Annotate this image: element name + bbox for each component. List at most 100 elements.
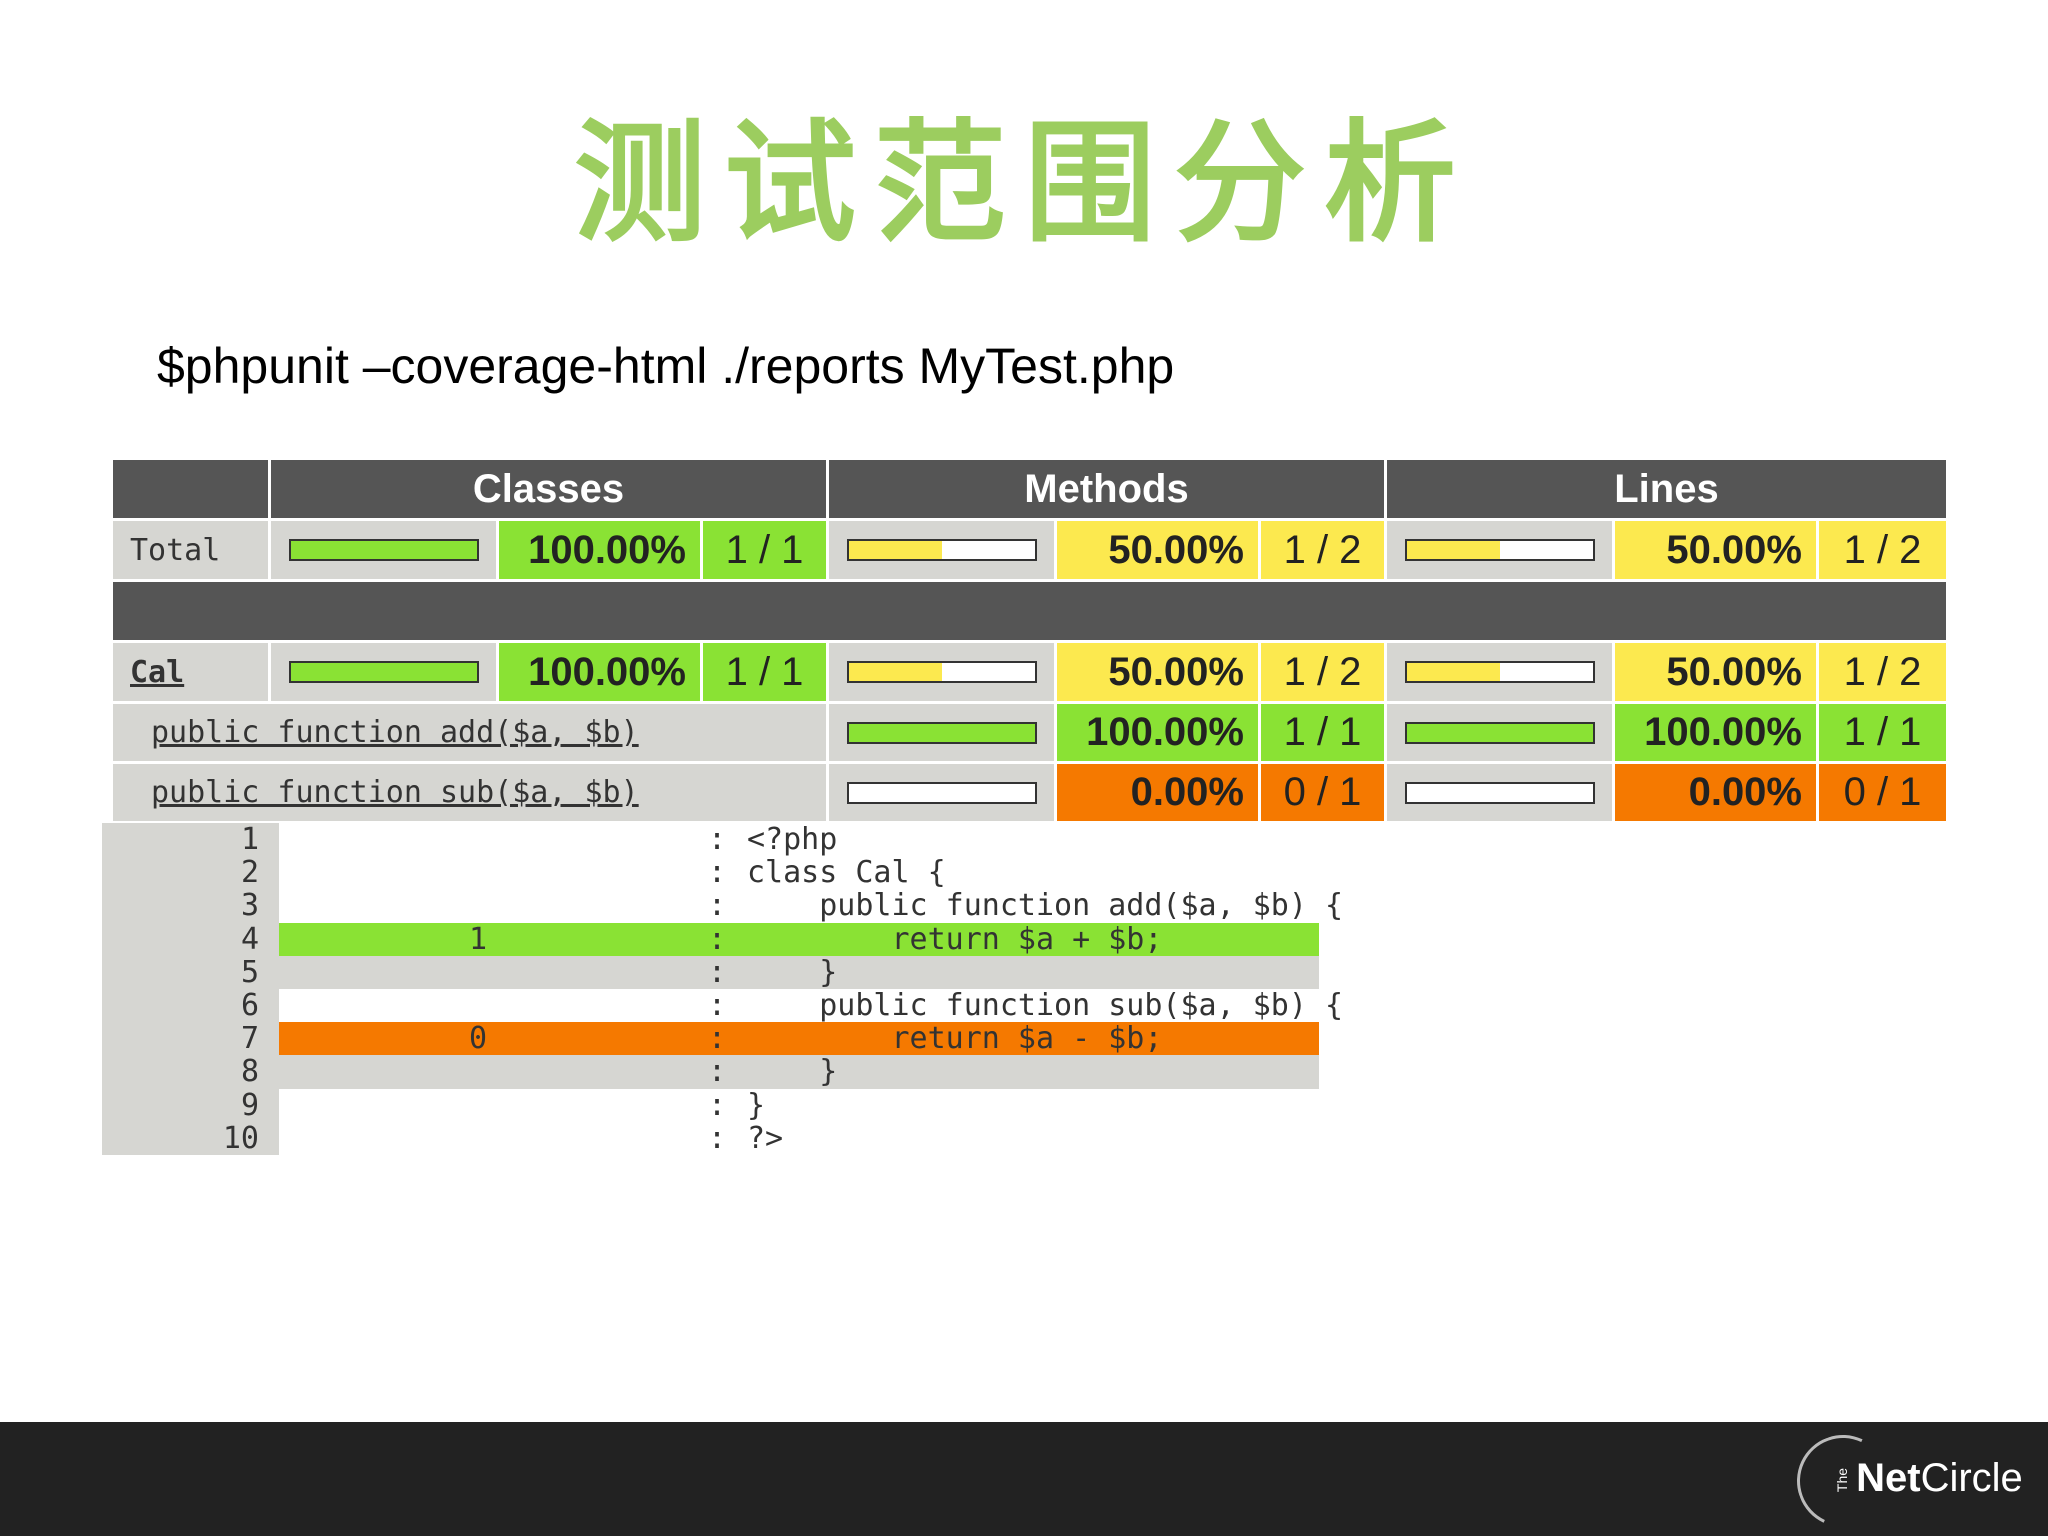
line-number: 4: [102, 922, 279, 956]
bar-fill: [848, 541, 942, 559]
classes-bar-cell: [271, 521, 499, 579]
code-line: 6: public function sub($a, $b) {: [102, 987, 1343, 1023]
lines-bar-cell: [1387, 764, 1615, 821]
line-separator: :: [708, 855, 727, 891]
coverage-bar: [1404, 539, 1595, 561]
lines-percent: 50.00%: [1615, 521, 1819, 579]
class-link-cal[interactable]: Cal: [113, 643, 271, 701]
line-body: : public function add($a, $b) {: [279, 888, 1343, 924]
lines-count: 1 / 2: [1819, 521, 1946, 579]
bar-fill: [1406, 541, 1500, 559]
footer-bar: [0, 1422, 2048, 1536]
methods-bar-cell: [829, 704, 1057, 761]
line-body: 1: return $a + $b;: [279, 921, 1319, 957]
classes-count: 1 / 1: [703, 643, 829, 701]
header-methods: Methods: [829, 460, 1387, 518]
line-separator: :: [708, 987, 727, 1023]
line-separator: :: [708, 1054, 727, 1090]
source-text: return $a - $b;: [747, 1021, 1163, 1057]
methods-bar-cell: [829, 764, 1057, 821]
line-body: : class Cal {: [279, 856, 1319, 889]
line-separator: :: [708, 1120, 727, 1156]
methods-count: 1 / 2: [1261, 643, 1387, 701]
line-separator: :: [708, 954, 727, 990]
bar-fill: [1406, 723, 1593, 742]
code-line: 41: return $a + $b;: [102, 921, 1319, 957]
bar-fill: [290, 663, 477, 681]
coverage-bar: [288, 539, 479, 561]
lines-count: 1 / 1: [1819, 704, 1946, 761]
lines-bar-cell: [1387, 704, 1615, 761]
bar-fill: [848, 663, 942, 681]
code-line: 8: }: [102, 1054, 1319, 1090]
code-line: 5: }: [102, 956, 1319, 989]
source-text: <?php: [747, 822, 838, 857]
line-separator: :: [708, 1087, 727, 1123]
methods-count: 1 / 1: [1261, 704, 1387, 761]
line-number: 10: [102, 1121, 279, 1155]
methods-percent: 0.00%: [1057, 764, 1261, 821]
methods-percent: 100.00%: [1057, 704, 1261, 761]
code-listing: 1: <?php 2: class Cal {3: public function a…: [102, 823, 1343, 1156]
lines-bar-cell: [1387, 521, 1615, 579]
total-row: Total 100.00% 1 / 1 50.00% 1 / 2 50.00% …: [113, 521, 1946, 579]
logo-net: Net: [1856, 1456, 1921, 1500]
bar-fill: [1406, 663, 1500, 681]
method-link-add[interactable]: public function add($a, $b): [113, 704, 829, 761]
slide-title: 测试范围分析: [574, 107, 1474, 261]
source-text: ?>: [747, 1120, 784, 1156]
table-separator: [113, 582, 1946, 640]
logo: The NetCircle: [1830, 1458, 2023, 1498]
row-name: Total: [113, 521, 271, 579]
coverage-table: Classes Methods Lines Total 100.00% 1 / …: [113, 460, 1946, 821]
source-text: class Cal {: [747, 855, 946, 891]
methods-bar-cell: [829, 643, 1057, 701]
line-number: 5: [102, 956, 279, 989]
line-body: : }: [279, 956, 1319, 989]
source-text: public function sub($a, $b) {: [747, 987, 1344, 1023]
code-line: 3: public function add($a, $b) {: [102, 888, 1343, 924]
coverage-header-row: Classes Methods Lines: [113, 460, 1946, 518]
line-body: : public function sub($a, $b) {: [279, 987, 1343, 1023]
line-number: 2: [102, 856, 279, 889]
execution-count: 1: [468, 921, 487, 957]
logo-the: The: [1834, 1468, 1851, 1493]
line-body: : <?php: [279, 823, 1319, 856]
bar-fill: [290, 541, 477, 559]
lines-count: 0 / 1: [1819, 764, 1946, 821]
line-body: : }: [279, 1054, 1319, 1090]
coverage-bar: [846, 781, 1037, 804]
line-number: 8: [102, 1055, 279, 1089]
execution-count: 0: [468, 1021, 487, 1057]
line-body: 0: return $a - $b;: [279, 1022, 1319, 1055]
lines-percent: 0.00%: [1615, 764, 1819, 821]
line-number: 7: [102, 1022, 279, 1055]
classes-percent: 100.00%: [499, 521, 703, 579]
method-link-sub[interactable]: public function sub($a, $b): [113, 764, 829, 821]
line-separator: :: [708, 888, 727, 924]
source-text: return $a + $b;: [747, 921, 1163, 957]
methods-bar-cell: [829, 521, 1057, 579]
header-lines: Lines: [1387, 460, 1946, 518]
coverage-bar: [1404, 721, 1595, 744]
coverage-bar: [1404, 781, 1595, 804]
classes-count: 1 / 1: [703, 521, 829, 579]
lines-bar-cell: [1387, 643, 1615, 701]
methods-percent: 50.00%: [1057, 521, 1261, 579]
source-text: }: [747, 1054, 838, 1090]
line-body: :}: [279, 1087, 1319, 1123]
line-number: 3: [102, 889, 279, 923]
coverage-bar: [1404, 661, 1595, 683]
class-row: Cal 100.00% 1 / 1 50.00% 1 / 2 50.00% 1 …: [113, 643, 1946, 701]
source-text: }: [747, 954, 838, 990]
command-line: $phpunit –coverage-html ./reports MyTest…: [157, 338, 1175, 394]
code-line: 9:}: [102, 1087, 1319, 1123]
code-line: 2: class Cal {: [102, 856, 1319, 889]
source-text: }: [747, 1087, 766, 1123]
line-number: 6: [102, 989, 279, 1022]
line-number: 9: [102, 1088, 279, 1122]
logo-circle: Circle: [1920, 1456, 2023, 1500]
coverage-bar: [288, 661, 479, 683]
code-line: 1: <?php: [102, 823, 1319, 856]
line-separator: :: [708, 921, 727, 957]
